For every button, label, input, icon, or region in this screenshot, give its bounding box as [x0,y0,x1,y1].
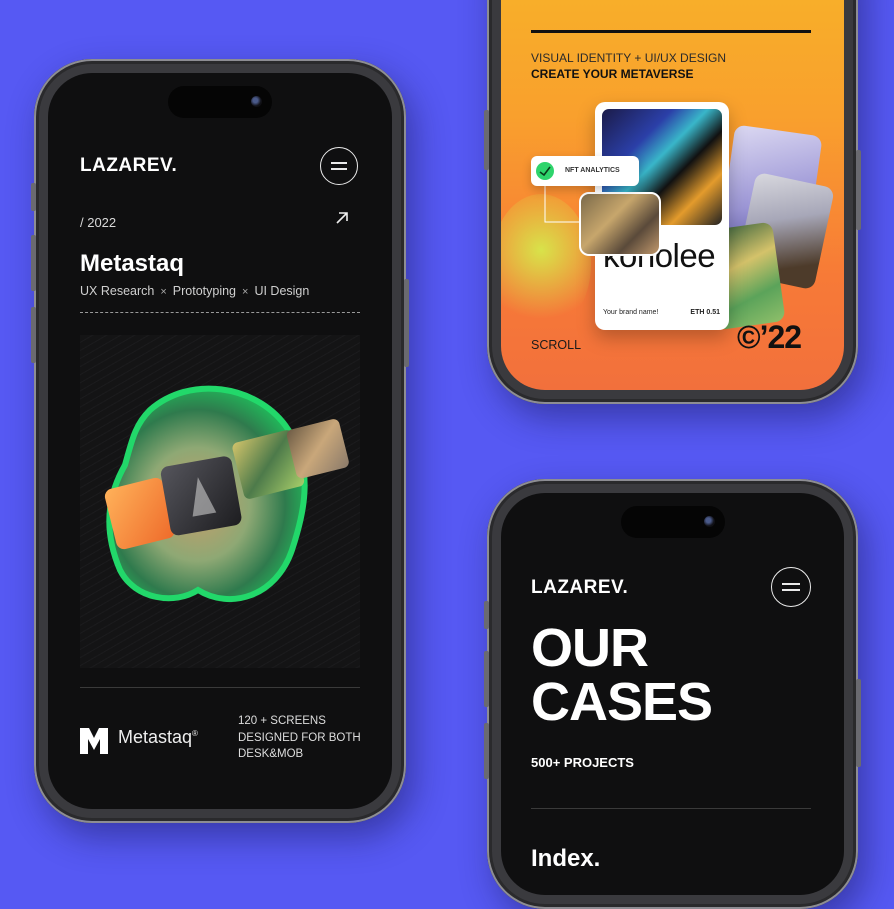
divider [531,808,811,809]
brand-name-text: Metastaq [118,727,193,747]
nft-analytics-label: NFT ANALYTICS [565,167,620,174]
tag-prototyping: Prototyping [172,284,237,298]
phone-screen: LAZAREV. / 2022 Metastaq UX Research × Pro… [48,73,392,809]
tag-separator: × [160,286,167,298]
dashed-divider [80,312,360,313]
description-line: DESK&MOB [238,748,304,760]
phone-screen: VISUAL IDENTITY + UI/UX DESIGN CREATE YO… [501,0,844,390]
mute-switch [31,183,36,211]
phone-our-cases: LAZAREV. OUR CASES 500+ PROJECTS Index. [484,479,861,909]
nft-card-brand: Your brand name! [603,309,659,316]
power-button [856,150,861,230]
tagline: CREATE YOUR METAVERSE [531,67,694,81]
volume-down-button [484,723,489,779]
description-line: DESIGNED FOR BOTH [238,731,361,744]
menu-icon[interactable] [320,147,358,185]
volume-up-button [484,651,489,707]
brand-logo[interactable]: LAZAREV. [531,577,628,599]
power-button [404,279,409,367]
tag-separator: × [242,286,249,298]
top-rule [531,30,811,33]
phone-metastaq: LAZAREV. / 2022 Metastaq UX Research × Pro… [31,59,409,823]
nft-analytics-badge[interactable]: NFT ANALYTICS [531,156,639,186]
metastaq-blob-illustration [104,385,349,602]
arrow-up-right-icon[interactable] [334,210,350,226]
divider [80,687,360,688]
dynamic-island [168,86,272,118]
project-artwork [80,335,360,668]
page-heading: OUR CASES [531,618,713,732]
volume-up-button [31,235,36,291]
heading-line: CASES [531,672,713,732]
metastaq-logo-icon [80,728,108,754]
power-button [856,679,861,767]
tag-ux-research: UX Research [80,284,155,298]
project-description: 120 + SCREENS DESIGNED FOR BOTH DESK&MOB [238,713,368,763]
project-tags: UX Research × Prototyping × UI Design [80,284,309,298]
scroll-label[interactable]: SCROLL [531,338,581,352]
mute-switch [484,601,489,629]
nft-card-mini [579,192,661,256]
registered-mark: ® [192,729,198,738]
menu-icon[interactable] [771,567,811,607]
service-subtitle: VISUAL IDENTITY + UI/UX DESIGN [531,51,727,65]
volume-down-button [31,307,36,363]
heading-line: OUR [531,618,649,678]
phone-konolee: VISUAL IDENTITY + UI/UX DESIGN CREATE YO… [484,0,861,404]
brand-name: Metastaq® [118,727,198,748]
index-heading[interactable]: Index. [531,845,600,873]
brand-logo[interactable]: LAZAREV. [80,155,177,177]
check-icon [536,162,554,180]
description-line: 120 + SCREENS [238,715,326,727]
project-year: / 2022 [80,215,117,230]
year-mark: ©’22 [737,319,802,355]
project-title: Metastaq [80,250,185,277]
phone-screen: LAZAREV. OUR CASES 500+ PROJECTS Index. [501,493,844,895]
tag-ui-design: UI Design [254,284,310,298]
projects-count: 500+ PROJECTS [531,755,634,770]
nft-card-price: ETH 0.51 [690,309,720,316]
dynamic-island [620,506,725,538]
volume-button [484,110,489,170]
